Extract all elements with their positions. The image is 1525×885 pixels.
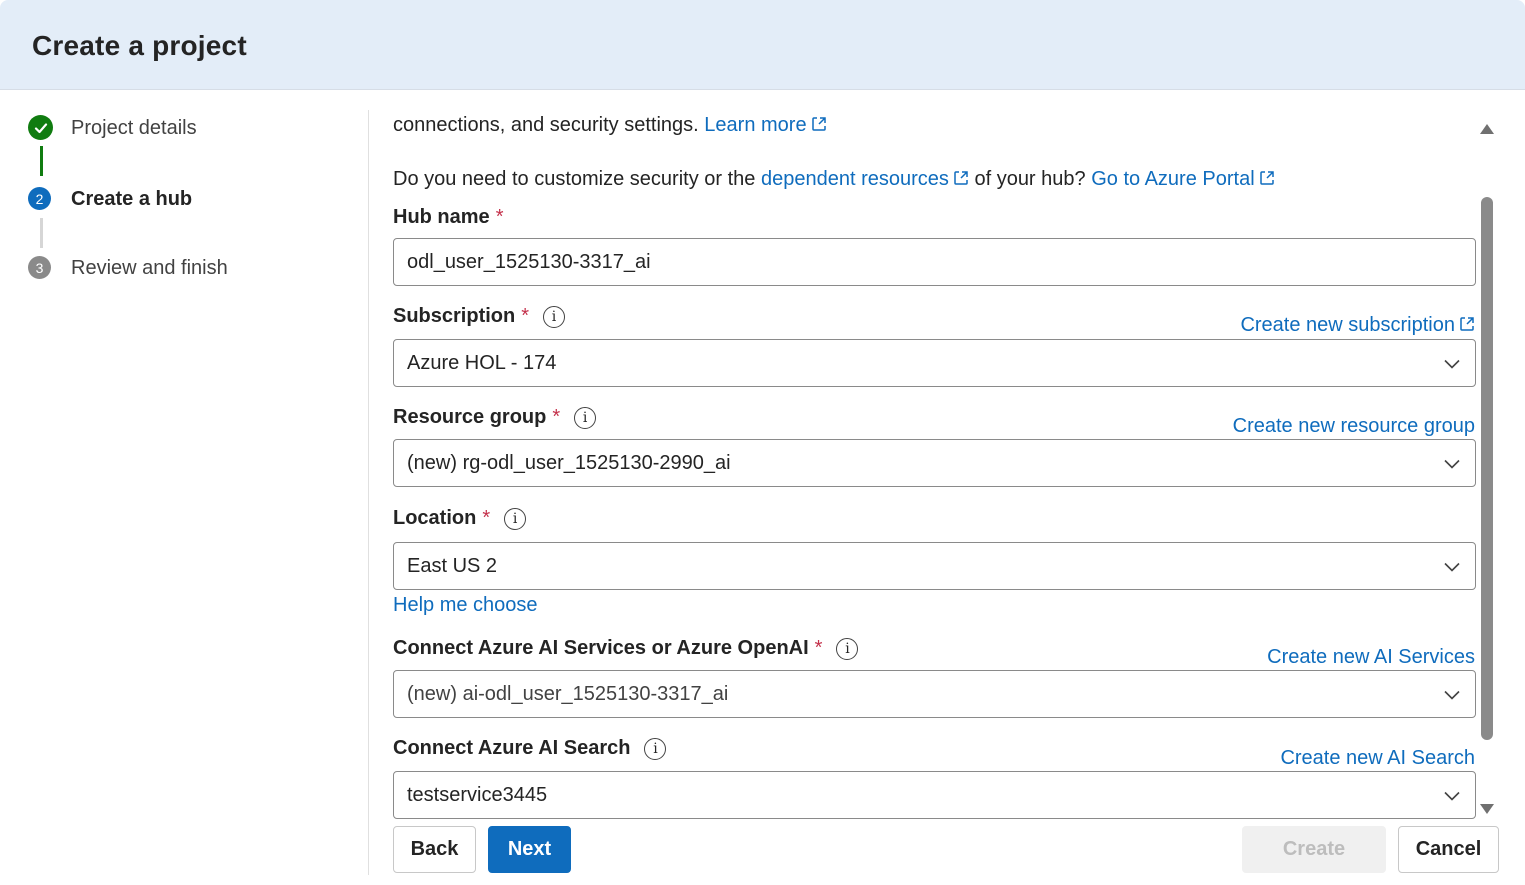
info-icon[interactable]: i: [543, 305, 566, 328]
dependent-resources-link[interactable]: dependent resources: [761, 168, 969, 190]
chevron-down-icon: [1444, 359, 1460, 369]
create-new-ai-services-link[interactable]: Create new AI Services: [1267, 646, 1475, 669]
ai-services-label: Connect Azure AI Services or Azure OpenA…: [393, 637, 859, 660]
label-text: Subscription: [393, 305, 516, 327]
resource-group-label: Resource group * i: [393, 406, 597, 429]
step-number: 3: [28, 256, 51, 279]
external-link-icon: [811, 117, 826, 131]
label-text: Connect Azure AI Search: [393, 737, 631, 759]
step-project-details[interactable]: Project details: [28, 115, 197, 140]
learn-more-label: Learn more: [704, 114, 807, 136]
subscription-value: Azure HOL - 174: [407, 351, 557, 374]
dialog-title: Create a project: [32, 30, 247, 61]
ai-services-value: (new) ai-odl_user_1525130-3317_ai: [407, 682, 729, 705]
step-connector: [40, 218, 43, 248]
intro-text: of your hub?: [974, 168, 1086, 190]
external-link-icon: [1259, 171, 1274, 185]
label-text: Location: [393, 507, 477, 529]
intro-line-1: connections, and security settings. Lear…: [393, 114, 827, 137]
info-icon[interactable]: i: [574, 406, 597, 429]
scroll-up-arrow-icon[interactable]: [1480, 124, 1494, 134]
create-new-ai-search-link[interactable]: Create new AI Search: [1280, 747, 1475, 770]
checkmark-icon: [28, 115, 53, 140]
step-connector: [40, 146, 43, 176]
back-button[interactable]: Back: [393, 826, 476, 873]
link-label: Create new subscription: [1240, 314, 1455, 336]
ai-search-label: Connect Azure AI Search i: [393, 737, 667, 760]
scroll-down-arrow-icon[interactable]: [1480, 804, 1494, 814]
chevron-down-icon: [1444, 791, 1460, 801]
required-asterisk: *: [495, 206, 504, 228]
label-text: Hub name: [393, 206, 490, 228]
step-label: Create a hub: [71, 188, 193, 210]
dialog-header: Create a project: [0, 0, 1525, 90]
panel-divider: [368, 110, 369, 875]
go-to-azure-portal-link[interactable]: Go to Azure Portal: [1091, 168, 1274, 190]
dependent-resources-label: dependent resources: [760, 168, 949, 190]
intro-line-2: Do you need to customize security or the…: [393, 168, 1275, 191]
chevron-down-icon: [1444, 459, 1460, 469]
info-icon[interactable]: i: [504, 507, 527, 530]
location-value: East US 2: [407, 554, 498, 577]
location-dropdown[interactable]: East US 2: [393, 542, 1476, 590]
resource-group-value: (new) rg-odl_user_1525130-2990_ai: [407, 451, 731, 474]
create-new-subscription-link[interactable]: Create new subscription: [1240, 314, 1475, 337]
required-asterisk: *: [552, 406, 561, 428]
intro-text: connections, and security settings.: [393, 114, 699, 136]
ai-search-value: testservice3445: [407, 783, 548, 806]
help-me-choose-link[interactable]: Help me choose: [393, 594, 538, 617]
external-link-icon: [1460, 317, 1474, 331]
learn-more-link[interactable]: Learn more: [704, 114, 826, 136]
ai-search-dropdown[interactable]: testservice3445: [393, 771, 1476, 819]
step-number: 2: [28, 187, 51, 210]
next-button[interactable]: Next: [488, 826, 571, 873]
azure-portal-label: Go to Azure Portal: [1091, 168, 1255, 190]
label-text: Connect Azure AI Services or Azure OpenA…: [393, 637, 809, 659]
resource-group-dropdown[interactable]: (new) rg-odl_user_1525130-2990_ai: [393, 439, 1476, 487]
step-label: Project details: [71, 117, 197, 139]
hub-name-value: odl_user_1525130-3317_ai: [407, 250, 651, 273]
hub-name-input[interactable]: odl_user_1525130-3317_ai: [393, 238, 1476, 286]
chevron-down-icon: [1444, 690, 1460, 700]
create-button[interactable]: Create: [1242, 826, 1386, 873]
chevron-down-icon: [1444, 562, 1460, 572]
location-label: Location * i: [393, 507, 527, 530]
subscription-dropdown[interactable]: Azure HOL - 174: [393, 339, 1476, 387]
step-label: Review and finish: [71, 257, 228, 279]
external-link-icon: [954, 171, 968, 185]
required-asterisk: *: [814, 637, 823, 659]
label-text: Resource group: [393, 406, 547, 428]
ai-services-dropdown[interactable]: (new) ai-odl_user_1525130-3317_ai: [393, 670, 1476, 718]
cancel-button[interactable]: Cancel: [1398, 826, 1499, 873]
hub-name-label: Hub name *: [393, 206, 503, 229]
scrollbar-thumb[interactable]: [1481, 197, 1493, 740]
step-create-hub[interactable]: 2 Create a hub: [28, 187, 192, 210]
subscription-label: Subscription * i: [393, 305, 566, 328]
intro-text: Do you need to customize security or the: [393, 168, 756, 190]
info-icon[interactable]: i: [836, 637, 859, 660]
required-asterisk: *: [482, 507, 491, 529]
info-icon[interactable]: i: [644, 737, 667, 760]
create-new-resource-group-link[interactable]: Create new resource group: [1233, 415, 1475, 438]
step-review-finish[interactable]: 3 Review and finish: [28, 256, 228, 279]
required-asterisk: *: [521, 305, 530, 327]
